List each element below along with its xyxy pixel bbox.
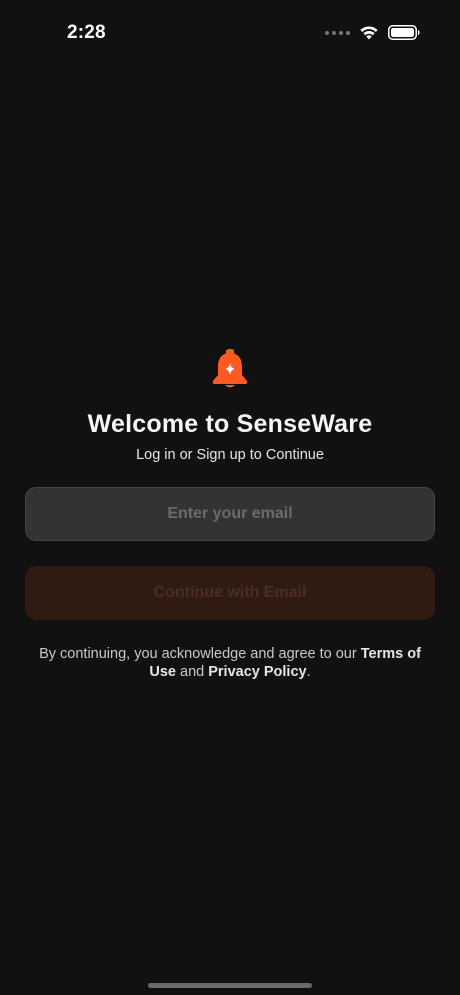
bell-sparkle-icon xyxy=(210,348,250,390)
signal-dots-icon xyxy=(325,30,350,35)
status-bar: 2:28 xyxy=(0,0,460,70)
continue-with-email-button[interactable]: Continue with Email xyxy=(25,566,435,620)
legal-prefix: By continuing, you acknowledge and agree… xyxy=(39,646,361,662)
wifi-icon xyxy=(359,25,379,40)
legal-notice: By continuing, you acknowledge and agree… xyxy=(24,645,436,681)
status-time: 2:28 xyxy=(67,22,106,43)
welcome-title: Welcome to SenseWare xyxy=(87,410,373,438)
home-indicator[interactable] xyxy=(148,983,312,988)
legal-middle: and xyxy=(175,664,209,680)
privacy-policy-link[interactable]: Privacy Policy xyxy=(208,664,306,680)
battery-icon xyxy=(388,25,420,40)
legal-suffix: . xyxy=(306,664,311,680)
welcome-section: Welcome to SenseWare Log in or Sign up t… xyxy=(0,348,460,463)
welcome-subtitle: Log in or Sign up to Continue xyxy=(136,447,324,463)
status-icons xyxy=(325,25,420,40)
email-input[interactable] xyxy=(25,487,435,541)
